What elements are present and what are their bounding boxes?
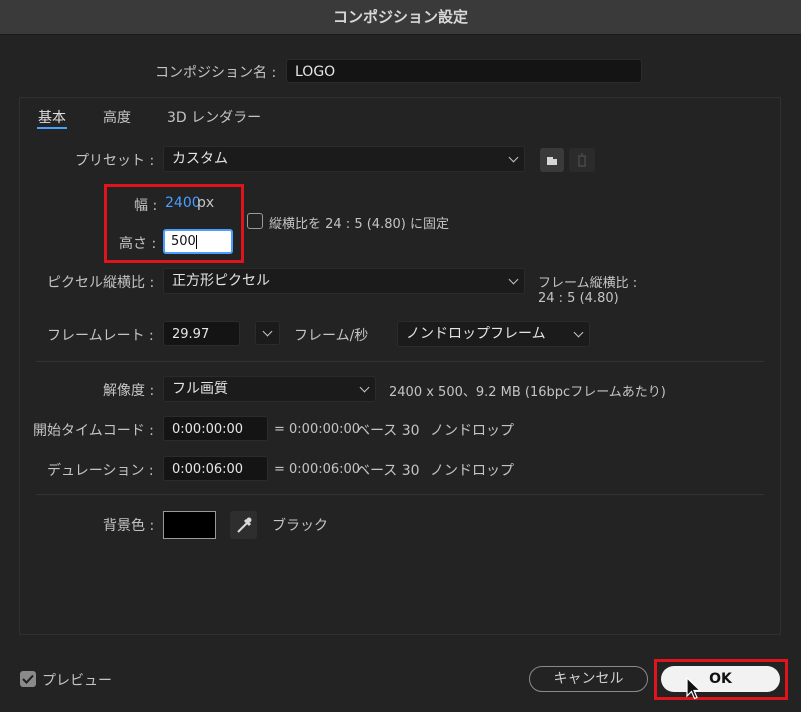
save-preset-button[interactable] bbox=[540, 148, 564, 172]
background-color-label: 背景色 : bbox=[103, 518, 155, 534]
preview-label: プレビュー bbox=[42, 673, 112, 689]
height-label: 高さ : bbox=[119, 236, 157, 252]
height-input[interactable]: 500 bbox=[163, 229, 233, 254]
width-value[interactable]: 2400 bbox=[165, 195, 201, 211]
preset-value: カスタム bbox=[172, 151, 228, 167]
eyedropper-button[interactable] bbox=[230, 511, 257, 539]
width-unit: px bbox=[197, 195, 215, 211]
duration-input[interactable]: 0:00:06:00 bbox=[163, 456, 268, 481]
start-timecode-label: 開始タイムコード : bbox=[33, 423, 154, 439]
lock-aspect-checkbox[interactable] bbox=[247, 213, 263, 229]
delete-preset-button[interactable] bbox=[569, 148, 595, 172]
resolution-info: 2400 x 500、9.2 MB (16bpcフレームあたり) bbox=[389, 385, 666, 400]
preset-dropdown[interactable]: カスタム bbox=[163, 146, 525, 172]
cancel-button[interactable]: キャンセル bbox=[529, 666, 648, 692]
start-timecode-equals: = 0:00:00:00 bbox=[274, 422, 361, 437]
resolution-dropdown[interactable]: フル画質 bbox=[163, 376, 376, 402]
width-label: 幅 : bbox=[134, 198, 158, 214]
tab-basic[interactable]: 基本 bbox=[38, 107, 66, 127]
active-tab-indicator bbox=[37, 127, 67, 129]
trash-icon bbox=[578, 153, 586, 167]
start-timecode-base: ベース 30 bbox=[356, 423, 420, 439]
resolution-value: フル画質 bbox=[172, 381, 228, 397]
height-value: 500 bbox=[171, 234, 196, 249]
background-color-name: ブラック bbox=[272, 518, 328, 534]
drop-frame-dropdown[interactable]: ノンドロップフレーム bbox=[397, 321, 590, 347]
pixel-aspect-dropdown[interactable]: 正方形ピクセル bbox=[163, 268, 525, 294]
ok-button[interactable]: OK bbox=[661, 666, 780, 692]
chevron-down-icon bbox=[508, 152, 519, 163]
duration-mode: ノンドロップ bbox=[430, 463, 514, 479]
text-cursor bbox=[195, 234, 197, 249]
preset-label: プリセット : bbox=[75, 153, 155, 169]
chevron-down-icon bbox=[262, 326, 273, 337]
frame-rate-label: フレームレート : bbox=[47, 328, 154, 344]
frame-rate-unit: フレーム/秒 bbox=[294, 328, 369, 344]
duration-equals: = 0:00:06:00 bbox=[274, 462, 361, 477]
resolution-label: 解像度 : bbox=[103, 383, 155, 399]
frame-aspect-value: 24 : 5 (4.80) bbox=[538, 291, 619, 306]
drop-frame-value: ノンドロップフレーム bbox=[406, 326, 546, 342]
frame-rate-input[interactable]: 29.97 bbox=[163, 321, 240, 346]
divider bbox=[36, 494, 764, 495]
chevron-down-icon bbox=[359, 382, 370, 393]
divider bbox=[36, 361, 764, 362]
frame-aspect-label: フレーム縦横比 : bbox=[538, 276, 638, 291]
pixel-aspect-value: 正方形ピクセル bbox=[172, 273, 270, 289]
composition-name-label: コンポジション名 : bbox=[155, 65, 277, 81]
checkmark-icon bbox=[22, 674, 34, 684]
eyedropper-icon bbox=[237, 517, 252, 533]
preview-checkbox[interactable] bbox=[20, 671, 36, 687]
save-icon bbox=[547, 157, 557, 165]
chevron-down-icon bbox=[573, 327, 584, 338]
dialog-title: コンポジション設定 bbox=[332, 8, 468, 26]
start-timecode-input[interactable]: 0:00:00:00 bbox=[163, 416, 268, 441]
pixel-aspect-label: ピクセル縦横比 : bbox=[47, 275, 155, 291]
start-timecode-mode: ノンドロップ bbox=[430, 423, 514, 439]
mouse-pointer-icon bbox=[686, 677, 702, 700]
settings-panel bbox=[19, 97, 781, 635]
tab-3d-renderer[interactable]: 3D レンダラー bbox=[167, 107, 261, 127]
frame-rate-preset-dropdown[interactable] bbox=[255, 321, 280, 345]
lock-aspect-label: 縦横比を 24 : 5 (4.80) に固定 bbox=[269, 217, 449, 232]
tab-advanced[interactable]: 高度 bbox=[103, 107, 131, 127]
background-color-swatch[interactable] bbox=[163, 511, 216, 539]
duration-label: デュレーション : bbox=[47, 463, 154, 479]
chevron-down-icon bbox=[508, 274, 519, 285]
duration-base: ベース 30 bbox=[356, 463, 420, 479]
composition-name-input[interactable]: LOGO bbox=[286, 59, 642, 83]
